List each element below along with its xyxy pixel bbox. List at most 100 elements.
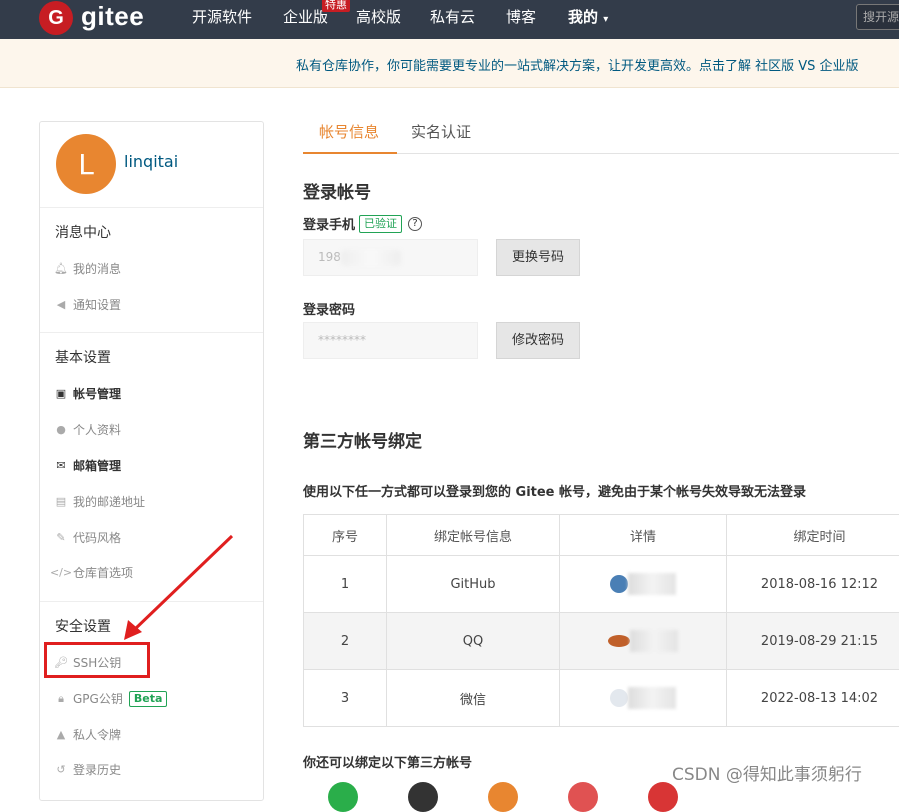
sidebar-item-repo-prefs[interactable]: </> 仓库首选项 xyxy=(54,564,133,581)
other-bind-icon[interactable] xyxy=(648,782,678,812)
tab-account-info[interactable]: 帐号信息 xyxy=(319,121,379,142)
tab-real-name[interactable]: 实名认证 xyxy=(411,121,471,142)
row-time: 2018-08-16 12:12 xyxy=(727,556,899,613)
beta-badge: Beta xyxy=(129,691,168,707)
logo-letter: G xyxy=(48,7,64,30)
nav-blog[interactable]: 博客 xyxy=(506,7,536,27)
search-input[interactable]: 搜开源 xyxy=(856,4,899,30)
section-title-security: 安全设置 xyxy=(55,616,111,636)
row-detail xyxy=(560,613,727,670)
row-index: 1 xyxy=(304,556,387,613)
username-link[interactable]: linqitai xyxy=(124,152,178,171)
more-bindings-heading: 你还可以绑定以下第三方帐号 xyxy=(303,752,472,771)
sidebar-item-label: GPG公钥 xyxy=(73,690,123,707)
divider xyxy=(40,332,263,333)
history-icon: ↺ xyxy=(54,763,68,777)
password-label: 登录密码 xyxy=(303,299,355,318)
row-index: 2 xyxy=(304,613,387,670)
sidebar-item-label: 私人令牌 xyxy=(73,726,121,743)
github-bind-icon[interactable] xyxy=(408,782,438,812)
change-password-button[interactable]: 修改密码 xyxy=(496,322,580,359)
row-time: 2022-08-13 14:02 xyxy=(727,670,899,727)
wechat-bind-icon[interactable] xyxy=(328,782,358,812)
sidebar-item-email[interactable]: ✉︎ 邮箱管理 xyxy=(54,457,121,474)
phone-label: 登录手机 xyxy=(303,214,355,233)
row-index: 3 xyxy=(304,670,387,727)
redacted-blur xyxy=(630,630,678,652)
sidebar-item-label: 个人资料 xyxy=(73,421,121,438)
id-card-icon: ▣ xyxy=(54,387,68,401)
settings-sidebar: L linqitai 消息中心 🔔︎ 我的消息 ◀︎ 通知设置 基本设置 ▣ 帐… xyxy=(39,121,264,801)
sidebar-item-label: 代码风格 xyxy=(73,529,121,546)
section-title-messages: 消息中心 xyxy=(55,222,111,242)
redacted-blur xyxy=(628,573,676,595)
sidebar-item-tokens[interactable]: ▲ 私人令牌 xyxy=(54,726,121,743)
phone-field: 198 xyxy=(303,239,478,276)
hot-badge: 特惠 xyxy=(322,0,350,12)
sidebar-item-address[interactable]: ▤ 我的邮递地址 xyxy=(54,493,145,510)
top-navbar: G gitee 开源软件 企业版 特惠 高校版 私有云 博客 我的 ▾ 搜开源 xyxy=(0,0,899,39)
user-icon: ● xyxy=(54,423,68,437)
phone-value: 198 xyxy=(318,250,341,264)
account-tabs: 帐号信息 实名认证 xyxy=(303,112,899,154)
promo-banner: 私有仓库协作，你可能需要更专业的一站式解决方案，让开发更高效。点击了解 社区版 … xyxy=(0,39,899,88)
bindings-table: 序号 绑定帐号信息 详情 绑定时间 1 GitHub 2018-08-16 12… xyxy=(303,514,899,727)
github-avatar-icon xyxy=(610,575,628,593)
help-icon[interactable]: ? xyxy=(408,217,422,231)
sidebar-item-login-history[interactable]: ↺ 登录历史 xyxy=(54,761,121,778)
table-row: 1 GitHub 2018-08-16 12:12 xyxy=(304,556,899,613)
nav-mine-label: 我的 xyxy=(568,8,598,26)
col-detail: 详情 xyxy=(560,515,727,556)
logo-text[interactable]: gitee xyxy=(81,0,144,32)
table-row: 2 QQ 2019-08-29 21:15 xyxy=(304,613,899,670)
redacted-blur xyxy=(628,687,676,709)
envelope-icon: ✉︎ xyxy=(54,459,68,473)
sidebar-item-code-style[interactable]: ✎ 代码风格 xyxy=(54,529,121,546)
sidebar-item-label: 我的邮递地址 xyxy=(73,493,145,510)
caret-down-icon: ▾ xyxy=(603,14,608,25)
nav-private-cloud[interactable]: 私有云 xyxy=(430,7,475,27)
watermark: CSDN @得知此事须躬行 xyxy=(672,760,862,785)
third-party-heading: 第三方帐号绑定 xyxy=(303,427,422,452)
volume-icon: ◀︎ xyxy=(54,298,68,312)
third-party-description: 使用以下任一方式都可以登录到您的 Gitee 帐号，避免由于某个帐号失效导致无法… xyxy=(303,481,806,500)
wechat-avatar-icon xyxy=(610,689,628,707)
brush-icon: ✎ xyxy=(54,531,68,545)
banner-link[interactable]: 私有仓库协作，你可能需要更专业的一站式解决方案，让开发更高效。点击了解 社区版 … xyxy=(296,55,859,74)
sidebar-item-profile[interactable]: ● 个人资料 xyxy=(54,421,121,438)
login-account-heading: 登录帐号 xyxy=(303,178,371,203)
sidebar-item-label: 我的消息 xyxy=(73,260,121,277)
profile-card: L linqitai xyxy=(40,122,263,208)
nav-education[interactable]: 高校版 xyxy=(356,7,401,27)
row-account: GitHub xyxy=(387,556,560,613)
col-index: 序号 xyxy=(304,515,387,556)
weibo-bind-icon[interactable] xyxy=(568,782,598,812)
active-tab-indicator xyxy=(303,152,397,154)
row-detail xyxy=(560,556,727,613)
row-account: 微信 xyxy=(387,670,560,727)
sidebar-item-label: 仓库首选项 xyxy=(73,564,133,581)
section-title-basic: 基本设置 xyxy=(55,347,111,367)
nav-open-source[interactable]: 开源软件 xyxy=(192,7,252,27)
address-card-icon: ▤ xyxy=(54,495,68,509)
avatar[interactable]: L xyxy=(56,134,116,194)
annotation-highlight-box xyxy=(44,642,150,678)
password-field: ******** xyxy=(303,322,478,359)
change-phone-button[interactable]: 更换号码 xyxy=(496,239,580,276)
sidebar-item-my-messages[interactable]: 🔔︎ 我的消息 xyxy=(54,260,121,277)
sidebar-item-gpg-keys[interactable]: 🔒︎ GPG公钥 Beta xyxy=(54,690,167,707)
table-header-row: 序号 绑定帐号信息 详情 绑定时间 xyxy=(304,515,899,556)
gitee-logo-icon[interactable]: G xyxy=(39,1,73,35)
sidebar-item-account[interactable]: ▣ 帐号管理 xyxy=(54,385,121,402)
sidebar-item-notification-settings[interactable]: ◀︎ 通知设置 xyxy=(54,296,121,313)
qq-avatar-icon xyxy=(608,635,630,647)
code-icon: </> xyxy=(54,566,68,580)
row-detail xyxy=(560,670,727,727)
bell-icon: 🔔︎ xyxy=(54,262,68,276)
token-icon: ▲ xyxy=(54,728,68,742)
row-time: 2019-08-29 21:15 xyxy=(727,613,899,670)
lock-icon: 🔒︎ xyxy=(54,692,68,706)
nav-mine[interactable]: 我的 ▾ xyxy=(568,7,608,30)
sidebar-item-label: 帐号管理 xyxy=(73,385,121,402)
gitlab-bind-icon[interactable] xyxy=(488,782,518,812)
